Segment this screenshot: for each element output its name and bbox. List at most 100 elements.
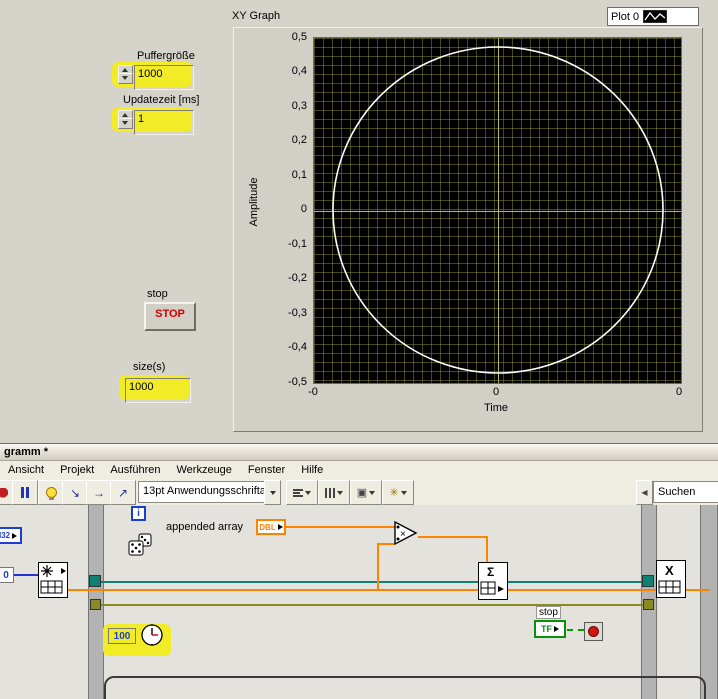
delete-array-icon: X [658,563,681,594]
step-out-button[interactable]: ↗ [110,480,136,505]
menu-item-ausfuehren[interactable]: Ausführen [102,463,168,477]
terminal-arrow-icon [12,532,18,539]
tf-terminal-label: TF [541,624,552,634]
wire-feedback [377,543,379,591]
y-tick: 0,5 [291,31,307,43]
decrement-icon[interactable] [118,118,133,129]
window-title: gramm * [4,446,49,458]
cleanup-icon: ✳ [389,487,399,499]
window-titlebar[interactable]: gramm * [0,443,718,461]
menu-item-werkzeuge[interactable]: Werkzeuge [168,463,239,477]
dbl-indicator-terminal[interactable]: DBL [256,519,286,535]
distribute-objects-dropdown[interactable] [318,480,350,505]
step-into-button[interactable]: ↘ [62,480,88,505]
y-tick: 0,1 [291,169,307,181]
size-indicator: 1000 [125,378,191,403]
chevron-down-icon [269,490,276,495]
svg-text:Σ: Σ [487,565,494,579]
terminal-arrow-icon [277,524,283,530]
menu-item-ansicht[interactable]: Ansicht [0,463,52,477]
wait-ms-constant[interactable]: 100 [108,628,136,644]
wire-array-orange [684,589,710,591]
y-tick: -0,4 [288,341,307,353]
tunnel-teal [89,575,101,587]
wire-array-orange [506,589,657,591]
tunnel-olive [90,599,101,610]
wire-dbl [285,526,395,528]
back-arrow-icon: ◀ [641,488,648,497]
chevron-down-icon [369,490,376,495]
font-selector[interactable]: 13pt Anwendungsschriftart [138,481,274,503]
y-tick: -0,2 [288,272,307,284]
y-tick: 0,2 [291,134,307,146]
menu-item-projekt[interactable]: Projekt [52,463,102,477]
update-time-input[interactable]: 1 [134,110,194,135]
y-axis-label: Amplitude [248,177,260,227]
multiply-node[interactable]: × [393,520,419,546]
plot-legend[interactable]: Plot 0 [607,7,699,26]
iteration-terminal[interactable]: i [131,506,146,521]
buffer-size-input[interactable]: 1000 [134,65,194,90]
initialize-array-icon [40,565,66,594]
tunnel-olive [643,599,654,610]
sum-array-icon: Σ [480,565,504,595]
terminal-arrow-icon [554,626,559,632]
random-number-dice-icon[interactable] [127,532,154,559]
tunnel-teal [642,575,654,587]
size-label: size(s) [133,361,166,373]
plot-area[interactable] [313,37,682,384]
graph-title: XY Graph [232,10,281,22]
align-objects-dropdown[interactable] [286,480,318,505]
wire-olive [95,604,648,606]
stop-terminal-label: stop [536,606,561,619]
lightbulb-icon [45,487,57,500]
zero-constant[interactable]: 0 [0,567,14,583]
buffer-size-stepper[interactable] [118,65,133,84]
y-tick: -0,1 [288,238,307,250]
y-tick: 0 [300,203,307,215]
pause-icon [21,487,29,498]
update-time-stepper[interactable] [118,110,133,129]
labview-screen: XY Graph Plot 0 0,5 0,4 0,3 0,2 0,1 0 -0… [0,0,718,699]
search-back-button[interactable]: ◀ [636,480,653,505]
chevron-down-icon [305,490,311,495]
tf-boolean-terminal[interactable]: TF [534,620,566,638]
add-array-elements-node[interactable]: Σ [478,562,508,600]
reorder-icon: ▣ [356,487,368,499]
buffer-size-label: Puffergröße [137,50,195,62]
plot-legend-icon [643,10,668,23]
search-input[interactable] [653,481,718,503]
cleanup-diagram-dropdown[interactable]: ✳ [382,480,414,505]
stop-button[interactable]: STOP [144,302,196,331]
wire-int [14,574,40,576]
chevron-down-icon [400,490,407,495]
distribute-objects-icon [325,487,335,498]
block-diagram: i I32 0 appended array DBL × Σ X stop TF… [0,505,718,699]
x-tick: 0 [675,386,683,398]
y-tick: -0,3 [288,307,307,319]
i32-terminal[interactable]: I32 [0,527,22,544]
plot-legend-label: Plot 0 [611,10,640,23]
decrement-icon[interactable] [118,73,133,84]
xy-graph: 0,5 0,4 0,3 0,2 0,1 0 -0,1 -0,2 -0,3 -0,… [233,27,703,432]
align-objects-icon [293,488,303,498]
lower-structure-border [104,676,706,699]
y-tick: 0,3 [291,100,307,112]
chevron-down-icon [337,490,343,495]
loop-condition-terminal[interactable] [584,622,603,641]
font-selector-dropdown-button[interactable] [264,480,281,505]
menu-item-hilfe[interactable]: Hilfe [293,463,331,477]
highlight-execution-button[interactable] [38,480,64,505]
pause-button[interactable] [12,480,38,505]
step-over-button[interactable]: → [86,480,112,505]
wire-array-orange [66,589,478,591]
appended-array-label: appended array [166,521,244,533]
wait-until-next-ms-node[interactable] [139,622,166,649]
delete-from-array-node[interactable]: X [656,560,686,598]
svg-text:X: X [665,563,674,578]
menu-item-fenster[interactable]: Fenster [240,463,293,477]
x-axis-label: Time [483,402,509,414]
step-over-icon: → [93,485,105,500]
reorder-dropdown[interactable]: ▣ [350,480,382,505]
initialize-array-node[interactable] [38,562,68,598]
